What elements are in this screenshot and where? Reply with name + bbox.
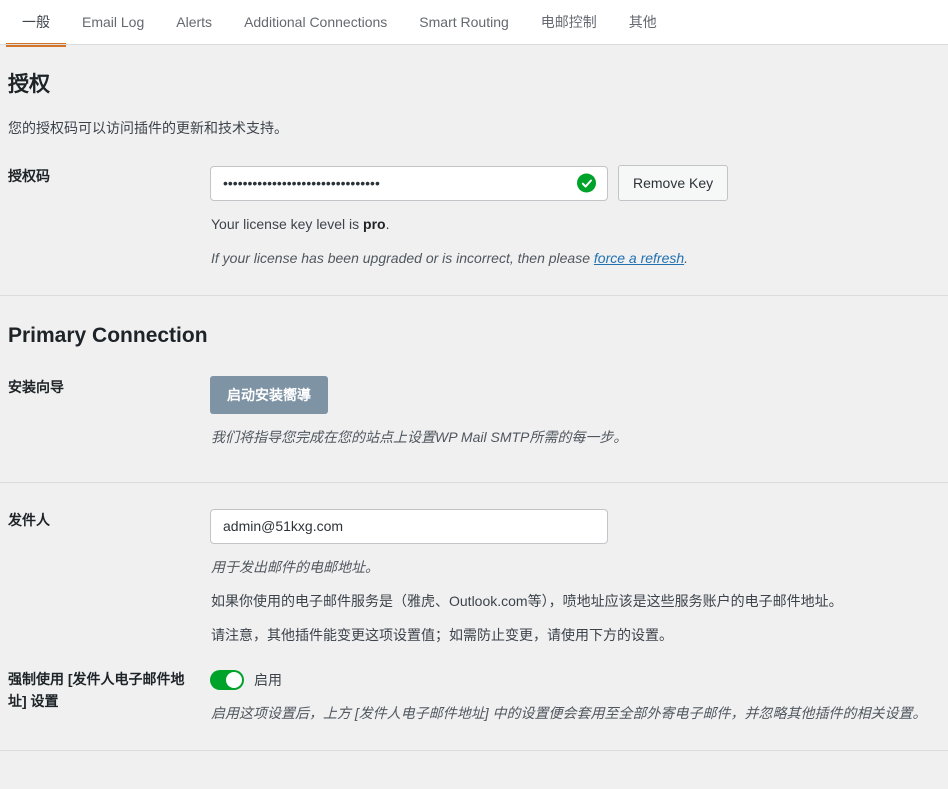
tab-misc[interactable]: 其他 — [613, 0, 673, 44]
tab-smart-routing-label: Smart Routing — [419, 14, 509, 30]
setup-wizard-help: 我们将指导您完成在您的站点上设置WP Mail SMTP所需的每一步。 — [211, 428, 628, 445]
tab-alerts-label: Alerts — [176, 14, 213, 30]
from-email-label: 发件人 — [8, 511, 50, 528]
license-level-suffix: . — [385, 216, 390, 233]
tab-email-control[interactable]: 电邮控制 — [525, 0, 613, 44]
settings-tab-bar: 一般 Email Log Alerts Additional Connectio… — [0, 0, 948, 47]
remove-key-button[interactable]: Remove Key — [618, 165, 729, 202]
license-key-row: 授权码 Remove Key Your license key level is… — [8, 139, 934, 269]
tab-additional-connections[interactable]: Additional Connections — [228, 0, 403, 44]
toggle-knob — [226, 671, 242, 688]
from-email-help-2: 如果你使用的电子邮件服务是（雅虎、Outlook.com等），喷地址应该是这些服… — [211, 592, 843, 609]
from-email-input[interactable] — [210, 508, 608, 544]
setup-wizard-row: 安装向导 启动安装嚮導 我们将指导您完成在您的站点上设置WP Mail SMTP… — [8, 350, 934, 448]
tab-general[interactable]: 一般 — [6, 0, 66, 47]
tab-alerts[interactable]: Alerts — [160, 0, 228, 44]
license-key-input-wrapper — [210, 165, 608, 201]
from-email-row: 发件人 用于发出邮件的电邮地址。 如果你使用的电子邮件服务是（雅虎、Outloo… — [8, 483, 934, 646]
force-from-email-toggle-label: 启用 — [254, 671, 282, 688]
force-from-email-row: 强制使用 [发件人电子邮件地址] 设置 启用 启用这项设置后，上方 [发件人电子… — [8, 646, 934, 724]
tab-misc-label: 其他 — [628, 14, 657, 30]
tab-email-log[interactable]: Email Log — [66, 0, 160, 44]
force-from-email-help: 启用这项设置后，上方 [发件人电子邮件地址] 中的设置便会套用至全部外寄电子邮件… — [211, 704, 927, 721]
license-level-value: pro — [363, 216, 386, 233]
force-from-email-label: 强制使用 [发件人电子邮件地址] 设置 — [8, 670, 185, 709]
license-section-title: 授权 — [8, 73, 50, 96]
tab-general-label: 一般 — [22, 14, 50, 30]
license-level-prefix: Your license key level is — [211, 216, 364, 233]
license-section: 授权 您的授权码可以访问插件的更新和技术支持。 授权码 Remove Key Y… — [0, 45, 948, 295]
tab-email-control-label: 电邮控制 — [540, 14, 597, 30]
license-level-text: Your license key level is pro. — [210, 201, 934, 235]
primary-connection-section: Primary Connection 安装向导 启动安装嚮導 我们将指导您完成在… — [0, 296, 948, 481]
force-from-email-toggle[interactable] — [210, 669, 244, 690]
license-refresh-text: If your license has been upgraded or is … — [210, 235, 934, 269]
from-email-help-3: 请注意，其他插件能变更这项设置值；如需防止变更，请使用下方的设置。 — [211, 626, 673, 643]
setup-wizard-label: 安装向导 — [8, 378, 64, 395]
license-key-input[interactable] — [210, 165, 608, 201]
check-circle-icon — [577, 173, 596, 193]
license-key-label: 授权码 — [8, 168, 50, 185]
from-email-section: 发件人 用于发出邮件的电邮地址。 如果你使用的电子邮件服务是（雅虎、Outloo… — [0, 483, 948, 750]
tab-bar-bottom-border — [0, 44, 948, 45]
license-section-description: 您的授权码可以访问插件的更新和技术支持。 — [8, 120, 288, 137]
settings-content: 授权 您的授权码可以访问插件的更新和技术支持。 授权码 Remove Key Y… — [0, 45, 948, 751]
license-refresh-prefix: If your license has been upgraded or is … — [211, 250, 594, 267]
tab-smart-routing[interactable]: Smart Routing — [403, 0, 524, 44]
tab-additional-connections-label: Additional Connections — [244, 14, 388, 30]
tab-email-log-label: Email Log — [82, 14, 145, 30]
force-refresh-link[interactable]: force a refresh — [594, 250, 684, 266]
divider-after-from-email — [0, 749, 948, 751]
from-email-help-1: 用于发出邮件的电邮地址。 — [211, 558, 379, 575]
license-refresh-suffix: . — [684, 250, 689, 267]
primary-connection-title: Primary Connection — [8, 324, 208, 348]
launch-setup-wizard-button[interactable]: 启动安装嚮導 — [210, 375, 328, 414]
